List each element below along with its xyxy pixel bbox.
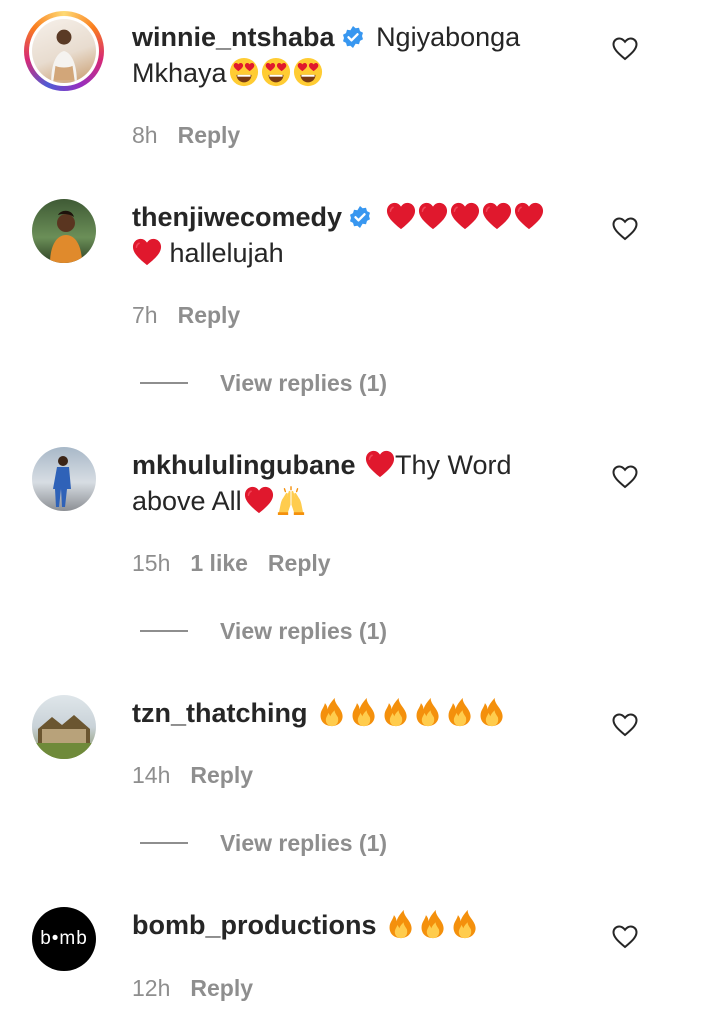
red-heart-emoji-icon bbox=[244, 485, 274, 515]
comment-meta: 15h 1 like Reply bbox=[132, 550, 351, 577]
red-heart-emoji-icon bbox=[418, 201, 448, 231]
verified-badge-icon bbox=[341, 25, 365, 49]
timestamp: 15h bbox=[132, 550, 171, 576]
fire-emoji-icon bbox=[450, 909, 480, 939]
heart-eyes-emoji-icon bbox=[261, 57, 291, 87]
red-heart-emoji-icon bbox=[482, 201, 512, 231]
reply-button[interactable]: Reply bbox=[190, 762, 253, 788]
divider-line bbox=[140, 630, 188, 632]
comment-meta: 7h Reply bbox=[132, 302, 260, 329]
heart-eyes-emoji-icon bbox=[293, 57, 323, 87]
view-replies-label: View replies (1) bbox=[220, 830, 388, 856]
red-heart-emoji-icon bbox=[365, 449, 395, 479]
fire-emoji-icon bbox=[413, 697, 443, 727]
fire-emoji-icon bbox=[445, 697, 475, 727]
raising-hands-emoji-icon bbox=[276, 485, 306, 515]
comment-text: Thy Word bbox=[395, 450, 512, 480]
username[interactable]: tzn_thatching bbox=[132, 698, 308, 728]
like-heart-icon[interactable] bbox=[612, 465, 638, 489]
timestamp: 8h bbox=[132, 122, 158, 148]
view-replies-button[interactable]: View replies (1) bbox=[140, 370, 387, 397]
comment-body: thenjiwecomedy hallelujah bbox=[132, 199, 562, 271]
reply-button[interactable]: Reply bbox=[178, 302, 241, 328]
username[interactable]: thenjiwecomedy bbox=[132, 202, 342, 232]
view-replies-button[interactable]: View replies (1) bbox=[140, 830, 387, 857]
fire-emoji-icon bbox=[381, 697, 411, 727]
like-heart-icon[interactable] bbox=[612, 713, 638, 737]
avatar[interactable] bbox=[32, 695, 96, 759]
fire-emoji-icon bbox=[349, 697, 379, 727]
timestamp: 12h bbox=[132, 975, 171, 1001]
like-heart-icon[interactable] bbox=[612, 37, 638, 61]
likes-count[interactable]: 1 like bbox=[190, 550, 248, 576]
reply-button[interactable]: Reply bbox=[190, 975, 253, 1001]
comment-body: winnie_ntshaba Ngiyabonga Mkhaya bbox=[132, 19, 562, 91]
avatar-logo: b•mb bbox=[40, 928, 88, 949]
username[interactable]: mkhululingubane bbox=[132, 450, 356, 480]
like-heart-icon[interactable] bbox=[612, 217, 638, 241]
like-heart-icon[interactable] bbox=[612, 925, 638, 949]
fire-emoji-icon bbox=[386, 909, 416, 939]
timestamp: 7h bbox=[132, 302, 158, 328]
divider-line bbox=[140, 842, 188, 844]
comment-meta: 14h Reply bbox=[132, 762, 273, 789]
timestamp: 14h bbox=[132, 762, 171, 788]
verified-badge-icon bbox=[348, 205, 372, 229]
comment-body: bomb_productions bbox=[132, 907, 562, 943]
red-heart-emoji-icon bbox=[450, 201, 480, 231]
username[interactable]: bomb_productions bbox=[132, 910, 377, 940]
fire-emoji-icon bbox=[477, 697, 507, 727]
reply-button[interactable]: Reply bbox=[178, 122, 241, 148]
reply-button[interactable]: Reply bbox=[268, 550, 331, 576]
view-replies-label: View replies (1) bbox=[220, 618, 388, 644]
divider-line bbox=[140, 382, 188, 384]
fire-emoji-icon bbox=[317, 697, 347, 727]
avatar[interactable] bbox=[32, 447, 96, 511]
heart-eyes-emoji-icon bbox=[229, 57, 259, 87]
fire-emoji-icon bbox=[418, 909, 448, 939]
comment-body: tzn_thatching bbox=[132, 695, 562, 731]
red-heart-emoji-icon bbox=[386, 201, 416, 231]
view-replies-label: View replies (1) bbox=[220, 370, 388, 396]
avatar[interactable]: b•mb bbox=[32, 907, 96, 971]
red-heart-emoji-icon bbox=[514, 201, 544, 231]
comment-meta: 8h Reply bbox=[132, 122, 260, 149]
comment-text: above All bbox=[132, 486, 242, 516]
avatar[interactable] bbox=[32, 199, 96, 263]
username[interactable]: winnie_ntshaba bbox=[132, 22, 335, 52]
view-replies-button[interactable]: View replies (1) bbox=[140, 618, 387, 645]
avatar[interactable] bbox=[24, 11, 104, 91]
red-heart-emoji-icon bbox=[132, 237, 162, 267]
comment-body: mkhululingubane Thy Word above All bbox=[132, 447, 562, 519]
comment-meta: 12h Reply bbox=[132, 975, 273, 1002]
comment-text: hallelujah bbox=[169, 238, 284, 268]
